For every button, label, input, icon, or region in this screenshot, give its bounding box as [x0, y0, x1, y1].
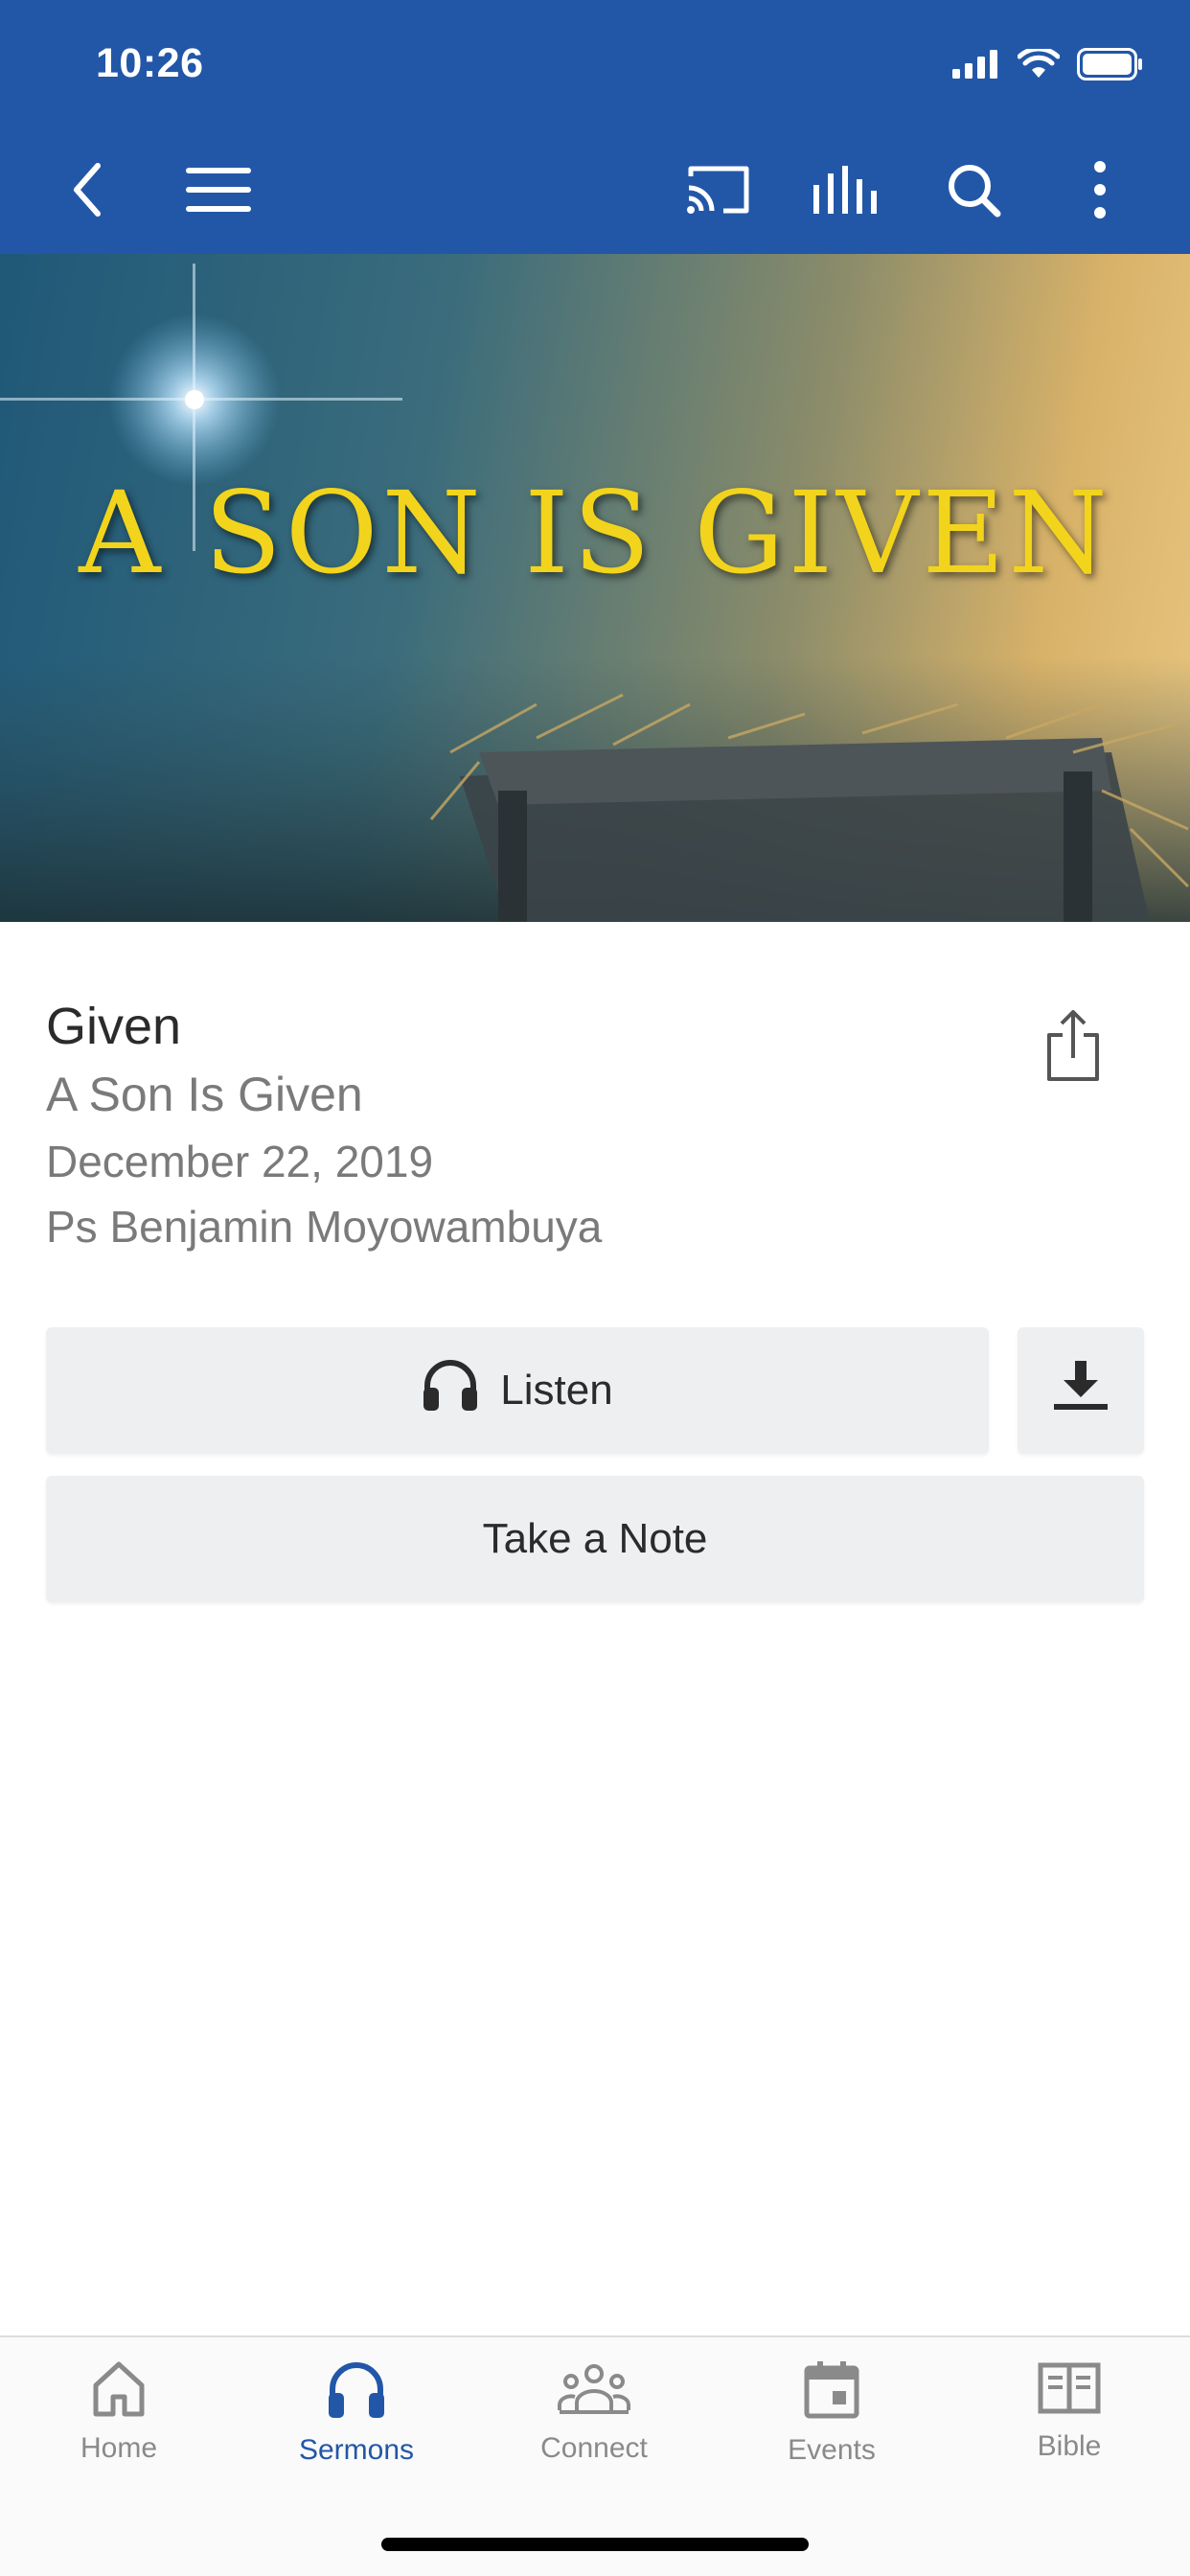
sermon-artwork: A SON IS GIVEN — [0, 254, 1190, 922]
headphones-icon — [422, 1359, 479, 1423]
cast-icon — [685, 163, 752, 221]
audio-bars-button[interactable] — [811, 157, 880, 226]
tab-connect[interactable]: Connect — [475, 2337, 713, 2510]
signal-icon — [952, 50, 1000, 83]
battery-icon — [1077, 48, 1144, 85]
tab-bible-label: Bible — [1037, 2430, 1102, 2462]
download-icon — [1054, 1360, 1108, 1421]
listen-button[interactable]: Listen — [46, 1327, 989, 1454]
tab-sermons-label: Sermons — [298, 2434, 415, 2466]
sermon-date: December 22, 2019 — [46, 1137, 434, 1186]
share-button[interactable] — [1035, 1004, 1111, 1091]
book-icon — [1038, 2360, 1101, 2421]
tab-events-label: Events — [788, 2434, 876, 2466]
app-header: 10:26 — [0, 0, 1190, 254]
headphones-icon — [327, 2360, 386, 2425]
wifi-icon — [1017, 46, 1061, 84]
status-icons — [952, 46, 1144, 85]
more-button[interactable] — [1065, 157, 1134, 226]
people-icon — [558, 2360, 630, 2423]
status-bar: 10:26 — [0, 0, 1190, 134]
share-icon — [1045, 1008, 1101, 1088]
sermon-series: A Son Is Given — [46, 1068, 363, 1121]
sermon-info: Given A Son Is Given December 22, 2019 P… — [46, 993, 1004, 1259]
toolbar — [0, 144, 1190, 240]
tab-home-label: Home — [80, 2432, 158, 2464]
home-indicator[interactable] — [381, 2538, 809, 2551]
sermon-speaker: Ps Benjamin Moyowambuya — [46, 1202, 603, 1252]
cast-button[interactable] — [684, 157, 753, 226]
tab-connect-label: Connect — [540, 2432, 648, 2464]
download-button[interactable] — [1018, 1327, 1144, 1454]
artwork-title: A SON IS GIVEN — [79, 467, 1111, 599]
search-icon — [946, 162, 1001, 222]
tab-bible[interactable]: Bible — [950, 2337, 1188, 2510]
tab-home[interactable]: Home — [0, 2337, 238, 2510]
more-vertical-icon — [1093, 160, 1107, 224]
hamburger-icon — [186, 167, 251, 217]
take-note-label: Take a Note — [482, 1515, 708, 1562]
menu-button[interactable] — [180, 157, 257, 226]
status-time: 10:26 — [96, 40, 204, 86]
home-icon — [92, 2360, 146, 2423]
search-button[interactable] — [939, 157, 1008, 226]
back-button[interactable] — [54, 157, 123, 226]
tab-events[interactable]: Events — [713, 2337, 950, 2510]
listen-label: Listen — [500, 1367, 613, 1414]
tab-sermons[interactable]: Sermons — [238, 2337, 475, 2510]
equalizer-icon — [812, 165, 879, 218]
chevron-left-icon — [69, 161, 107, 223]
sermon-title: Given — [46, 998, 182, 1055]
calendar-icon — [804, 2360, 859, 2425]
take-note-button[interactable]: Take a Note — [46, 1476, 1144, 1602]
